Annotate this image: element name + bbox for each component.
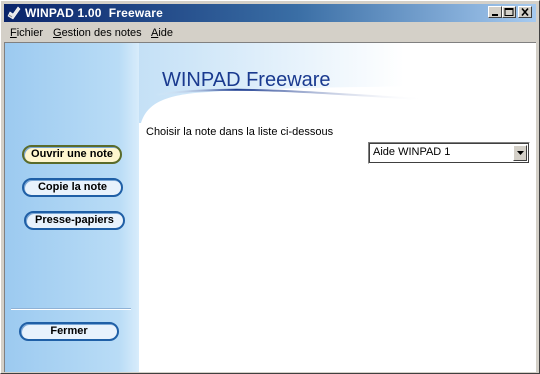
app-window: WINPAD 1.00 Freeware Fichier Gestion des… [0,0,540,374]
window-title: WINPAD 1.00 Freeware [25,6,164,20]
menu-aide[interactable]: Aide [151,27,173,39]
menu-gestion-des-notes[interactable]: Gestion des notes [53,27,142,39]
close-icon [521,8,529,16]
sidebar-divider [11,308,131,310]
maximize-icon [504,8,514,16]
open-note-button[interactable]: Ouvrir une note [22,145,122,164]
menu-fichier[interactable]: Fichier [10,27,43,39]
close-app-button[interactable]: Fermer [19,322,119,341]
close-button[interactable] [518,6,532,18]
clipboard-button[interactable]: Presse-papiers [24,211,125,230]
page-title: WINPAD Freeware [162,69,331,91]
chevron-down-icon [517,151,524,155]
minimize-icon [492,14,498,16]
note-select-value: Aide WINPAD 1 [373,146,451,158]
client-area: WINPAD Freeware Ouvrir une note Copie la… [4,42,536,372]
dropdown-button[interactable] [513,145,527,161]
minimize-button[interactable] [488,6,502,18]
menu-bar: Fichier Gestion des notes Aide [4,24,536,42]
copy-note-button[interactable]: Copie la note [22,178,123,197]
maximize-button[interactable] [502,6,516,18]
title-bar[interactable]: WINPAD 1.00 Freeware [4,4,536,22]
note-select-label: Choisir la note dans la liste ci-dessous [146,126,334,138]
notepad-icon [7,6,21,20]
note-select-dropdown[interactable]: Aide WINPAD 1 [368,142,530,164]
